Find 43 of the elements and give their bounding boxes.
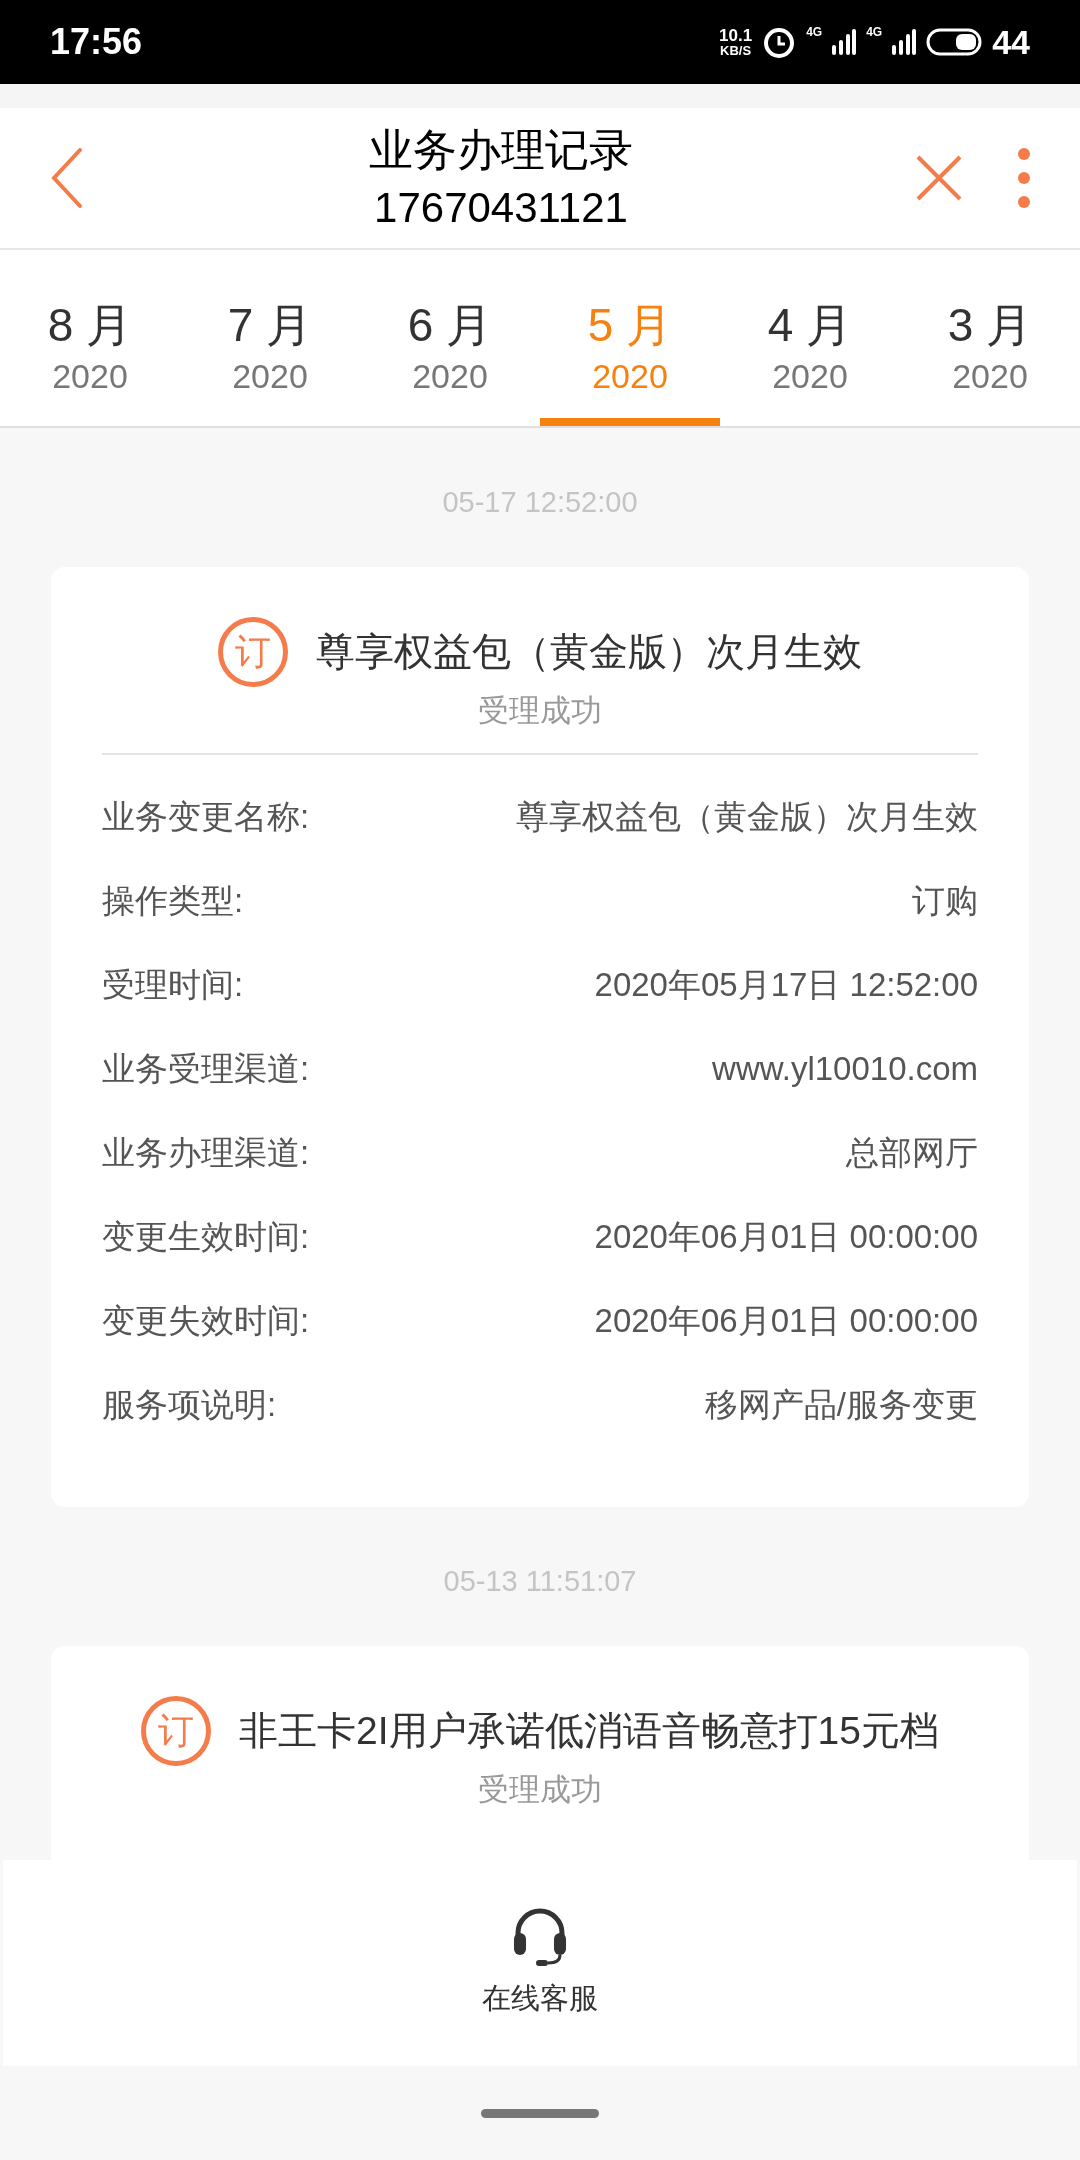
detail-label: 业务办理渠道: (102, 1133, 310, 1174)
detail-value: 2020年05月17日 12:52:00 (594, 965, 978, 1006)
month-tab[interactable]: 4 月 2020 (720, 250, 900, 426)
network-type: 4G (806, 23, 823, 41)
battery-icon (926, 28, 983, 56)
detail-label: 业务受理渠道: (102, 1049, 310, 1090)
status-time: 17:56 (50, 20, 143, 64)
detail-value: 总部网厅 (846, 1133, 978, 1174)
detail-value: 2020年06月01日 00:00:00 (594, 1217, 978, 1258)
online-service-label[interactable]: 在线客服 (482, 1977, 598, 2021)
alarm-icon (762, 25, 797, 59)
month-tab[interactable]: 3 月 2020 (900, 250, 1080, 426)
signal-icon (892, 29, 917, 55)
record-status: 受理成功 (477, 692, 603, 730)
battery-level: 44 (992, 21, 1030, 63)
record-title: 非王卡2I用户承诺低消语音畅意打15元档 (239, 1708, 939, 1754)
network-speed-unit: KB/S (720, 44, 752, 57)
detail-value: 移网产品/服务变更 (704, 1385, 978, 1426)
record-title: 尊享权益包（黄金版）次月生效 (316, 629, 862, 675)
home-indicator[interactable] (481, 2108, 599, 2118)
record-status: 受理成功 (477, 1771, 603, 1809)
month-tab[interactable]: 6 月 2020 (360, 250, 540, 426)
detail-label: 服务项说明: (102, 1385, 277, 1426)
signal-icon (832, 29, 857, 55)
month-tab[interactable]: 8 月 2020 (0, 250, 180, 426)
detail-label: 变更失效时间: (102, 1301, 310, 1342)
detail-label: 业务变更名称: (102, 797, 310, 838)
detail-value: 2020年06月01日 00:00:00 (594, 1301, 978, 1342)
detail-value: 尊享权益包（黄金版）次月生效 (516, 797, 978, 838)
detail-label: 操作类型: (102, 881, 244, 922)
more-button[interactable] (1016, 146, 1032, 210)
network-speed: 10.1 (719, 27, 753, 44)
detail-value: 订购 (912, 881, 978, 922)
order-badge: 订 (141, 1696, 212, 1766)
detail-value: www.yl10010.com (712, 1049, 978, 1090)
network-type: 4G (866, 23, 883, 41)
page-title: 业务办理记录 (369, 124, 633, 176)
detail-label: 受理时间: (102, 965, 244, 1006)
order-badge: 订 (218, 617, 288, 687)
month-tab[interactable]: 7 月 2020 (180, 250, 360, 426)
phone-number: 17670431121 (374, 183, 628, 233)
close-button[interactable] (914, 153, 964, 203)
detail-label: 变更生效时间: (102, 1217, 310, 1258)
